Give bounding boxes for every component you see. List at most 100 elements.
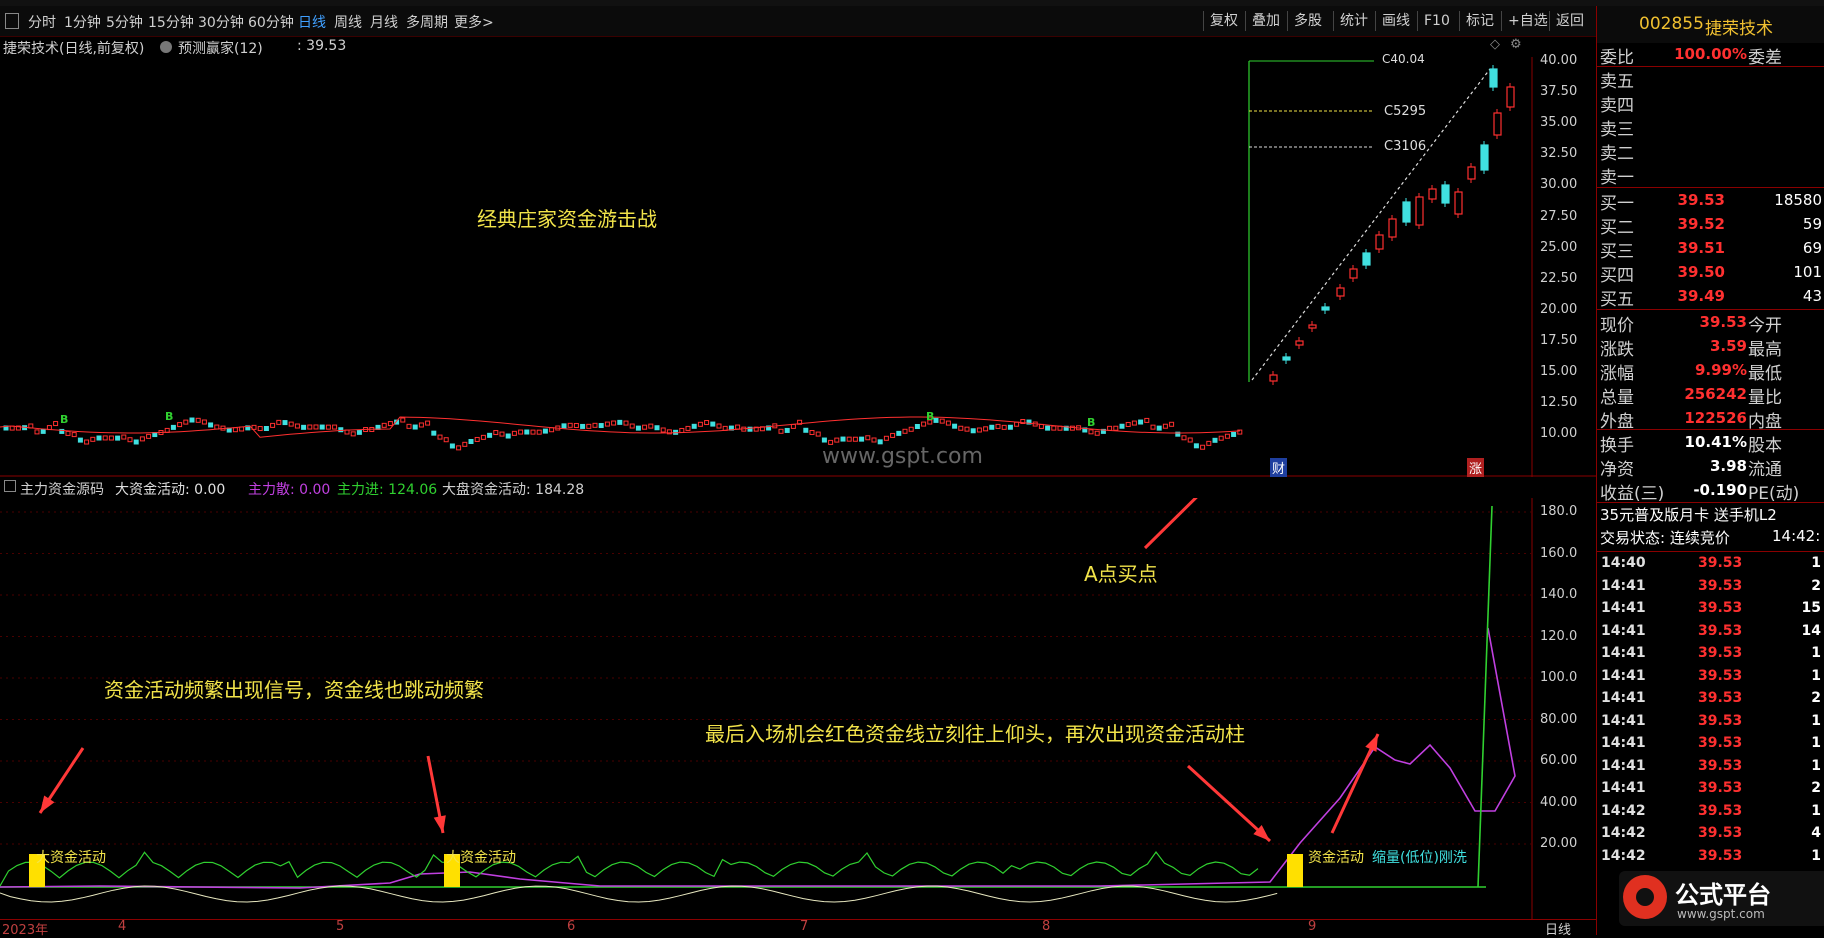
settings-icon[interactable]: ⚙ (1510, 37, 1522, 52)
candle (598, 423, 604, 429)
candle (1001, 424, 1007, 430)
candle (592, 422, 598, 428)
stat-row: 涨幅 9.99% 最低 (1597, 359, 1824, 384)
tick-qty: 1 (1811, 847, 1821, 864)
candle (456, 445, 462, 451)
candle (821, 437, 827, 443)
tab-multi-period[interactable]: 多周期 (406, 12, 448, 32)
buy-row[interactable]: 买四 39.50 101 (1597, 261, 1824, 286)
diamond-icon[interactable]: ◇ (1490, 37, 1500, 52)
candle (350, 431, 356, 437)
level-label-2: C5295 (1384, 104, 1427, 119)
stat-value: -0.190 (1693, 481, 1747, 499)
tab-60min[interactable]: 60分钟 (248, 12, 294, 32)
candle (288, 421, 294, 427)
mark-button[interactable]: 标记 (1459, 11, 1500, 31)
candle (710, 421, 716, 427)
promo-text[interactable]: 35元普及版月卡 送手机L2 (1600, 504, 1777, 525)
candle (902, 428, 908, 434)
candle (505, 433, 511, 439)
candle (412, 424, 418, 430)
indicator-dropdown-icon[interactable] (160, 41, 172, 53)
stat-label: 换手 (1600, 436, 1634, 456)
candle (418, 422, 424, 428)
tab-monthly[interactable]: 月线 (370, 12, 398, 32)
candle (536, 429, 542, 435)
candle (146, 433, 152, 439)
big-fund-value: 大资金活动: 0.00 (115, 482, 226, 498)
candle (1119, 423, 1125, 429)
multi-stock-button[interactable]: 多股 (1287, 11, 1328, 31)
fuquan-button[interactable]: 复权 (1203, 11, 1244, 31)
candle (1125, 421, 1131, 427)
y-tick-label: 40.00 (1540, 53, 1578, 68)
x-label: 4 (118, 919, 127, 934)
candle (121, 434, 127, 440)
candle (1045, 425, 1051, 431)
candle (1144, 417, 1150, 423)
add-watchlist-button[interactable]: +自选 (1501, 11, 1554, 31)
candle (1218, 435, 1224, 441)
y-tick-label: 32.50 (1540, 146, 1578, 162)
y-tick-label: 30.00 (1540, 177, 1578, 193)
y-tick-label: 120.0 (1540, 628, 1578, 644)
candle (896, 430, 902, 436)
tab-15min[interactable]: 15分钟 (148, 12, 194, 32)
candle (549, 427, 555, 433)
x-label: 9 (1308, 919, 1317, 934)
candle (307, 424, 313, 430)
candle (325, 424, 331, 430)
draw-button[interactable]: 画线 (1375, 11, 1416, 31)
back-button[interactable]: 返回 (1549, 11, 1590, 31)
tab-1min[interactable]: 1分钟 (64, 12, 101, 32)
buy-row[interactable]: 买一 39.53 18580 (1597, 189, 1824, 214)
candle (1415, 196, 1424, 226)
stats-button[interactable]: 统计 (1333, 11, 1374, 31)
tab-fenshi[interactable]: 分时 (28, 12, 56, 32)
candle (239, 426, 245, 432)
b-marker: B (60, 413, 69, 426)
candle (183, 419, 189, 425)
buy-row[interactable]: 买五 39.49 43 (1597, 285, 1824, 310)
panel-toggle-icon[interactable] (4, 480, 16, 492)
candle (1094, 430, 1100, 436)
tab-more[interactable]: 更多> (454, 12, 494, 32)
candle (933, 417, 939, 423)
indicator-name[interactable]: 预测赢家(12) (178, 38, 263, 58)
candle (332, 424, 338, 430)
promo-row[interactable]: 35元普及版月卡 送手机L2 (1597, 504, 1824, 528)
tick-time: 14:42 (1601, 802, 1646, 819)
zhang-marker[interactable]: 涨 (1467, 458, 1485, 477)
candle (1362, 252, 1371, 266)
buy-row[interactable]: 买三 39.51 69 (1597, 237, 1824, 262)
f10-button[interactable]: F10 (1417, 11, 1456, 31)
candle (970, 428, 976, 434)
main-candlestick-chart[interactable] (0, 57, 1596, 477)
tick-row: 14:41 39.53 2 (1597, 780, 1824, 802)
candle (437, 434, 443, 440)
sell-label: 卖五 (1600, 72, 1634, 92)
tab-weekly[interactable]: 周线 (334, 12, 362, 32)
candle (170, 424, 176, 430)
tick-price: 39.53 (1698, 847, 1743, 864)
candle (784, 427, 790, 433)
candle (815, 431, 821, 437)
toggle-icon[interactable] (5, 13, 19, 29)
tab-5min[interactable]: 5分钟 (106, 12, 143, 32)
candle (177, 422, 183, 428)
buy-row[interactable]: 买二 39.52 59 (1597, 213, 1824, 238)
tab-daily[interactable]: 日线 (298, 12, 326, 32)
cai-marker[interactable]: 财 (1270, 458, 1288, 477)
candle (964, 426, 970, 432)
tick-row: 14:40 39.53 1 (1597, 555, 1824, 577)
candle (139, 436, 145, 442)
candle (400, 417, 406, 423)
candle (319, 424, 325, 430)
overlay-button[interactable]: 叠加 (1245, 11, 1286, 31)
buy-price: 39.53 (1677, 191, 1725, 209)
candle (443, 437, 449, 443)
candle (431, 430, 437, 436)
tab-30min[interactable]: 30分钟 (198, 12, 244, 32)
platform-logo: 公式平台 www.gspt.com (1619, 871, 1824, 926)
sell-row: 卖三 (1597, 115, 1824, 140)
